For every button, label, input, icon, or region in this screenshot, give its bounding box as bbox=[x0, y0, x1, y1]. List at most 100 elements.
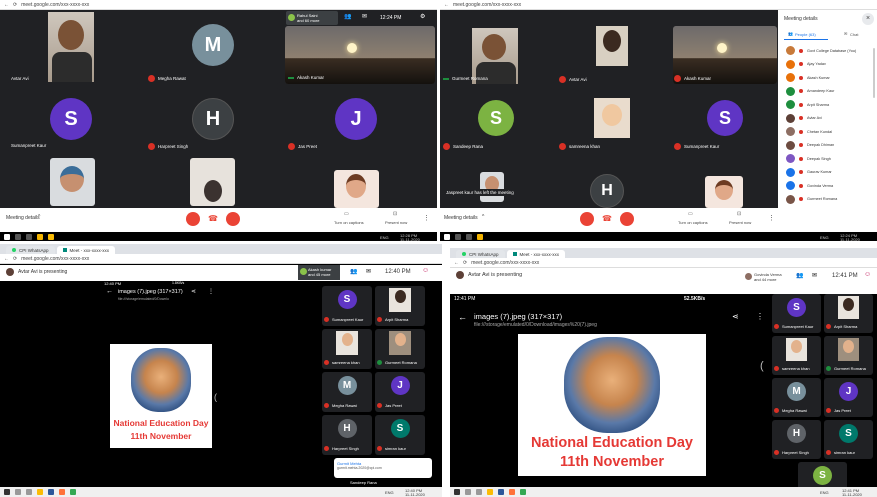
people-list-item[interactable]: Akash Kumar bbox=[786, 73, 830, 82]
participant-tile[interactable]: Avtar Avi bbox=[558, 12, 670, 84]
participant-tile[interactable]: J Jas Preet bbox=[285, 88, 435, 152]
people-list-item[interactable]: Arpit Sharma bbox=[786, 100, 829, 109]
participant-tile[interactable] bbox=[480, 172, 504, 202]
tab-meet[interactable]: Meet - xxx-xxxx-xxx bbox=[506, 250, 566, 258]
mic-off-button[interactable] bbox=[580, 212, 594, 226]
back-icon[interactable]: ← bbox=[454, 260, 459, 266]
tab-chat[interactable]: Chat bbox=[850, 32, 858, 37]
participant-tile[interactable]: samreena khan bbox=[322, 329, 372, 369]
url-text[interactable]: meet.google.com/xxx-xxxx-xxx bbox=[453, 2, 521, 8]
participant-tile[interactable]: J Jas Preet bbox=[824, 378, 873, 417]
chevron-up-icon[interactable]: ^ bbox=[38, 214, 40, 220]
participant-tile[interactable]: samreena khan bbox=[772, 336, 821, 375]
sharing-chip[interactable]: Rahul Saini and 60 more bbox=[286, 11, 338, 25]
file-explorer-icon[interactable] bbox=[487, 489, 493, 495]
participant-tile[interactable]: samreena khan bbox=[558, 88, 670, 152]
captions-button[interactable]: Turn on captions bbox=[334, 220, 364, 225]
task-view-icon[interactable] bbox=[466, 234, 472, 240]
people-list-item[interactable]: Gurmeet Romana bbox=[786, 194, 837, 204]
join-notification[interactable]: Gurmit Mehta gurmit.mehta.2020@cpi.com bbox=[334, 458, 432, 478]
people-icon[interactable]: 👥 bbox=[344, 13, 351, 20]
reload-icon[interactable]: ⟳ bbox=[463, 260, 467, 266]
more-options-icon[interactable]: ⋮ bbox=[768, 214, 775, 222]
people-list-item[interactable]: Govt College Database (You) bbox=[786, 46, 856, 55]
people-list-item[interactable]: Gaurav Kumar bbox=[786, 167, 832, 177]
captions-icon[interactable]: ▭ bbox=[344, 211, 349, 217]
chat-icon[interactable]: ✉ bbox=[812, 272, 817, 279]
windows-icon[interactable] bbox=[454, 489, 460, 495]
participant-tile[interactable]: H Harpreet Singh bbox=[772, 420, 821, 459]
chevron-up-icon[interactable]: ^ bbox=[482, 214, 484, 220]
people-icon[interactable]: 👥 bbox=[788, 31, 793, 36]
more-options-icon[interactable]: ⋮ bbox=[756, 312, 764, 321]
people-list-item[interactable]: Govinda Verma bbox=[786, 181, 833, 190]
present-icon[interactable]: ⊡ bbox=[393, 211, 397, 217]
participant-tile[interactable]: M Megha Rawat bbox=[772, 378, 821, 417]
taskbar-date[interactable]: 11-11-2020 bbox=[405, 492, 425, 497]
back-icon[interactable]: ← bbox=[4, 256, 9, 262]
chat-icon[interactable]: ✉ bbox=[844, 31, 847, 36]
language-indicator[interactable]: ENG bbox=[380, 235, 389, 240]
activities-icon[interactable]: ☺ bbox=[422, 267, 429, 274]
file-explorer-icon[interactable] bbox=[37, 489, 43, 495]
participant-tile[interactable]: Akash Kumar bbox=[285, 26, 435, 84]
sharing-chip[interactable]: Govinda Verma and 44 more bbox=[743, 270, 791, 285]
mic-off-button[interactable] bbox=[186, 212, 200, 226]
participant-tile[interactable]: Gurmeet Romana bbox=[442, 12, 554, 84]
captions-button[interactable]: Turn on captions bbox=[678, 220, 708, 225]
chat-icon[interactable]: ✉ bbox=[362, 13, 367, 20]
tab-whatsapp[interactable]: CPI WhatsApp bbox=[6, 246, 55, 254]
participant-tile[interactable]: Arpit Sharma bbox=[375, 286, 425, 326]
firefox-icon[interactable] bbox=[509, 489, 515, 495]
word-icon[interactable] bbox=[498, 489, 504, 495]
language-indicator[interactable]: ENG bbox=[820, 235, 829, 240]
participant-tile[interactable]: S Sandeep Rana bbox=[442, 88, 554, 152]
chat-icon[interactable]: ✉ bbox=[366, 268, 371, 275]
camera-off-button[interactable] bbox=[620, 212, 634, 226]
participant-tile[interactable]: Avtar Avi bbox=[8, 12, 140, 84]
participant-tile[interactable]: Akash Kumar bbox=[673, 26, 777, 84]
present-now-button[interactable]: Present now bbox=[729, 220, 751, 225]
tab-meet[interactable]: Meet - xxx-xxxx-xxx bbox=[56, 246, 116, 254]
windows-icon[interactable] bbox=[4, 234, 10, 240]
camera-off-button[interactable] bbox=[226, 212, 240, 226]
address-bar[interactable]: ← ⟳ meet.google.com/xxx-xxxx-xxx bbox=[0, 0, 437, 10]
language-indicator[interactable]: ENG bbox=[820, 490, 829, 495]
participant-tile[interactable]: S Sumanpreet Kaur bbox=[322, 286, 372, 326]
chrome-icon[interactable] bbox=[70, 489, 76, 495]
participant-tile[interactable]: Ssimran kaur bbox=[824, 420, 873, 459]
hang-up-icon[interactable]: ☎ bbox=[602, 214, 612, 223]
chrome-icon[interactable] bbox=[477, 234, 483, 240]
participant-tile[interactable]: Gurmeet Romana bbox=[375, 329, 425, 369]
reload-icon[interactable]: ⟳ bbox=[13, 256, 17, 262]
participant-tile[interactable]: S Sumanpreet Kaur bbox=[673, 88, 777, 152]
chrome-icon[interactable] bbox=[520, 489, 526, 495]
collapse-handle-icon[interactable]: ( bbox=[214, 392, 217, 402]
search-icon[interactable] bbox=[465, 489, 471, 495]
search-icon[interactable] bbox=[15, 234, 21, 240]
windows-icon[interactable] bbox=[444, 234, 450, 240]
address-bar[interactable]: ← meet.google.com/xxx-xxxx-xxx bbox=[440, 0, 877, 10]
participant-tile[interactable]: S Sumanpreet Kaur bbox=[8, 88, 140, 152]
participant-tile[interactable]: J Jas Preet bbox=[375, 372, 425, 412]
people-list-item[interactable]: Amandeep Kaur bbox=[786, 86, 834, 96]
task-view-icon[interactable] bbox=[26, 489, 32, 495]
chrome-icon[interactable] bbox=[37, 234, 43, 240]
hang-up-icon[interactable]: ☎ bbox=[208, 214, 218, 223]
url-text[interactable]: meet.google.com/xxx-xxxx-xxx bbox=[21, 256, 89, 262]
meeting-details-link[interactable]: Meeting details bbox=[444, 215, 478, 221]
activities-icon[interactable]: ☺ bbox=[864, 271, 871, 278]
collapse-handle-icon[interactable]: ( bbox=[760, 360, 764, 372]
reload-icon[interactable]: ⟳ bbox=[13, 2, 17, 8]
captions-icon[interactable]: ▭ bbox=[688, 211, 693, 217]
url-text[interactable]: meet.google.com/xxx-xxxx-xxx bbox=[21, 2, 89, 8]
participant-tile[interactable]: Gurmeet Romana bbox=[824, 336, 873, 375]
back-arrow-icon[interactable]: ← bbox=[458, 312, 467, 322]
tab-whatsapp[interactable]: CPI WhatsApp bbox=[456, 250, 505, 258]
search-icon[interactable] bbox=[455, 234, 461, 240]
participant-tile[interactable]: H Harpreet Singh bbox=[145, 88, 280, 152]
close-icon[interactable]: × bbox=[862, 13, 874, 25]
more-options-icon[interactable]: ⋮ bbox=[208, 288, 214, 295]
participant-tile[interactable]: Ssimran kaur bbox=[375, 415, 425, 455]
participant-tile[interactable]: Arpit Sharma bbox=[824, 294, 873, 333]
